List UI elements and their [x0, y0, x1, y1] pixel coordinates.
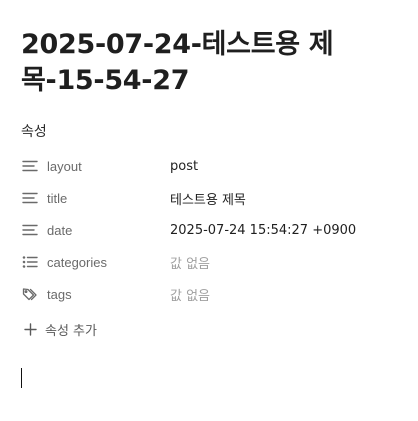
text-lines-icon: [21, 157, 39, 175]
list-icon: [21, 253, 39, 271]
property-row-categories[interactable]: categories 값 없음: [21, 248, 401, 276]
property-value[interactable]: post: [170, 159, 198, 174]
property-value-empty[interactable]: 값 없음: [170, 285, 210, 304]
property-row-layout[interactable]: layout post: [21, 152, 401, 180]
property-value[interactable]: 2025-07-24 15:54:27 +0900: [170, 223, 356, 238]
property-key[interactable]: categories: [47, 255, 170, 270]
property-key[interactable]: layout: [47, 159, 170, 174]
properties-header[interactable]: 속성: [21, 121, 47, 141]
plus-icon: [21, 320, 39, 338]
property-key[interactable]: title: [47, 191, 170, 206]
property-key[interactable]: tags: [47, 287, 170, 302]
property-row-title[interactable]: title 테스트용 제목: [21, 184, 401, 212]
text-lines-icon: [21, 189, 39, 207]
property-row-date[interactable]: date 2025-07-24 15:54:27 +0900: [21, 216, 401, 244]
tags-icon: [21, 285, 39, 303]
property-value[interactable]: 테스트용 제목: [170, 189, 246, 208]
text-lines-icon: [21, 221, 39, 239]
property-value-empty[interactable]: 값 없음: [170, 253, 210, 272]
note-title[interactable]: 2025-07-24-테스트용 제목-15-54-27: [21, 27, 401, 99]
property-key[interactable]: date: [47, 223, 170, 238]
add-property-label: 속성 추가: [45, 323, 97, 339]
add-property-button[interactable]: 속성 추가: [21, 316, 97, 342]
property-row-tags[interactable]: tags 값 없음: [21, 280, 401, 308]
text-cursor: [21, 368, 22, 388]
